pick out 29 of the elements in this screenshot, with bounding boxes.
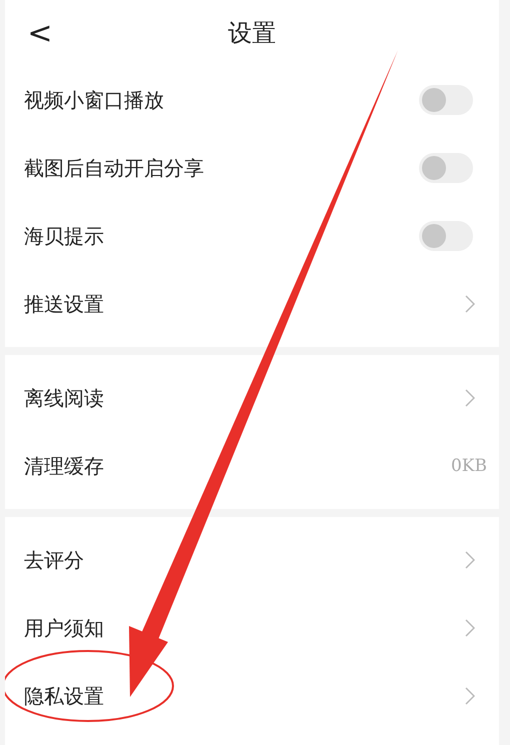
toggle-switch[interactable]	[419, 221, 473, 251]
page-title: 设置	[227, 18, 277, 49]
chevron-right-icon	[465, 687, 475, 705]
toggle-switch[interactable]	[419, 85, 473, 115]
settings-row[interactable]: 去评分	[5, 526, 499, 594]
back-button[interactable]: <	[27, 16, 53, 50]
settings-row[interactable]: 隐私设置	[5, 662, 499, 730]
settings-row[interactable]: 用户须知	[5, 594, 499, 662]
settings-label: 离线阅读	[24, 384, 104, 412]
settings-label: 推送设置	[24, 290, 104, 318]
settings-label: 视频小窗口播放	[24, 86, 164, 114]
chevron-right-icon	[465, 619, 475, 637]
settings-label: 用户须知	[24, 614, 104, 642]
toggle-switch[interactable]	[419, 153, 473, 183]
cache-size: 0KB	[450, 456, 487, 476]
settings-row[interactable]: 离线阅读	[5, 364, 499, 432]
settings-row[interactable]: 视频小窗口播放	[5, 66, 499, 134]
settings-row[interactable]: 海贝提示	[5, 202, 499, 270]
settings-label: 隐私设置	[24, 682, 104, 710]
chevron-right-icon	[465, 295, 475, 313]
settings-row[interactable]: 推送设置	[5, 270, 499, 338]
settings-label: 海贝提示	[24, 222, 104, 250]
settings-label: 清理缓存	[24, 452, 104, 480]
settings-row[interactable]: 清理缓存 0KB	[5, 432, 499, 500]
settings-row[interactable]: 截图后自动开启分享	[5, 134, 499, 202]
chevron-right-icon	[465, 551, 475, 569]
chevron-right-icon	[465, 389, 475, 407]
settings-label: 截图后自动开启分享	[24, 154, 204, 182]
settings-label: 去评分	[24, 546, 84, 574]
